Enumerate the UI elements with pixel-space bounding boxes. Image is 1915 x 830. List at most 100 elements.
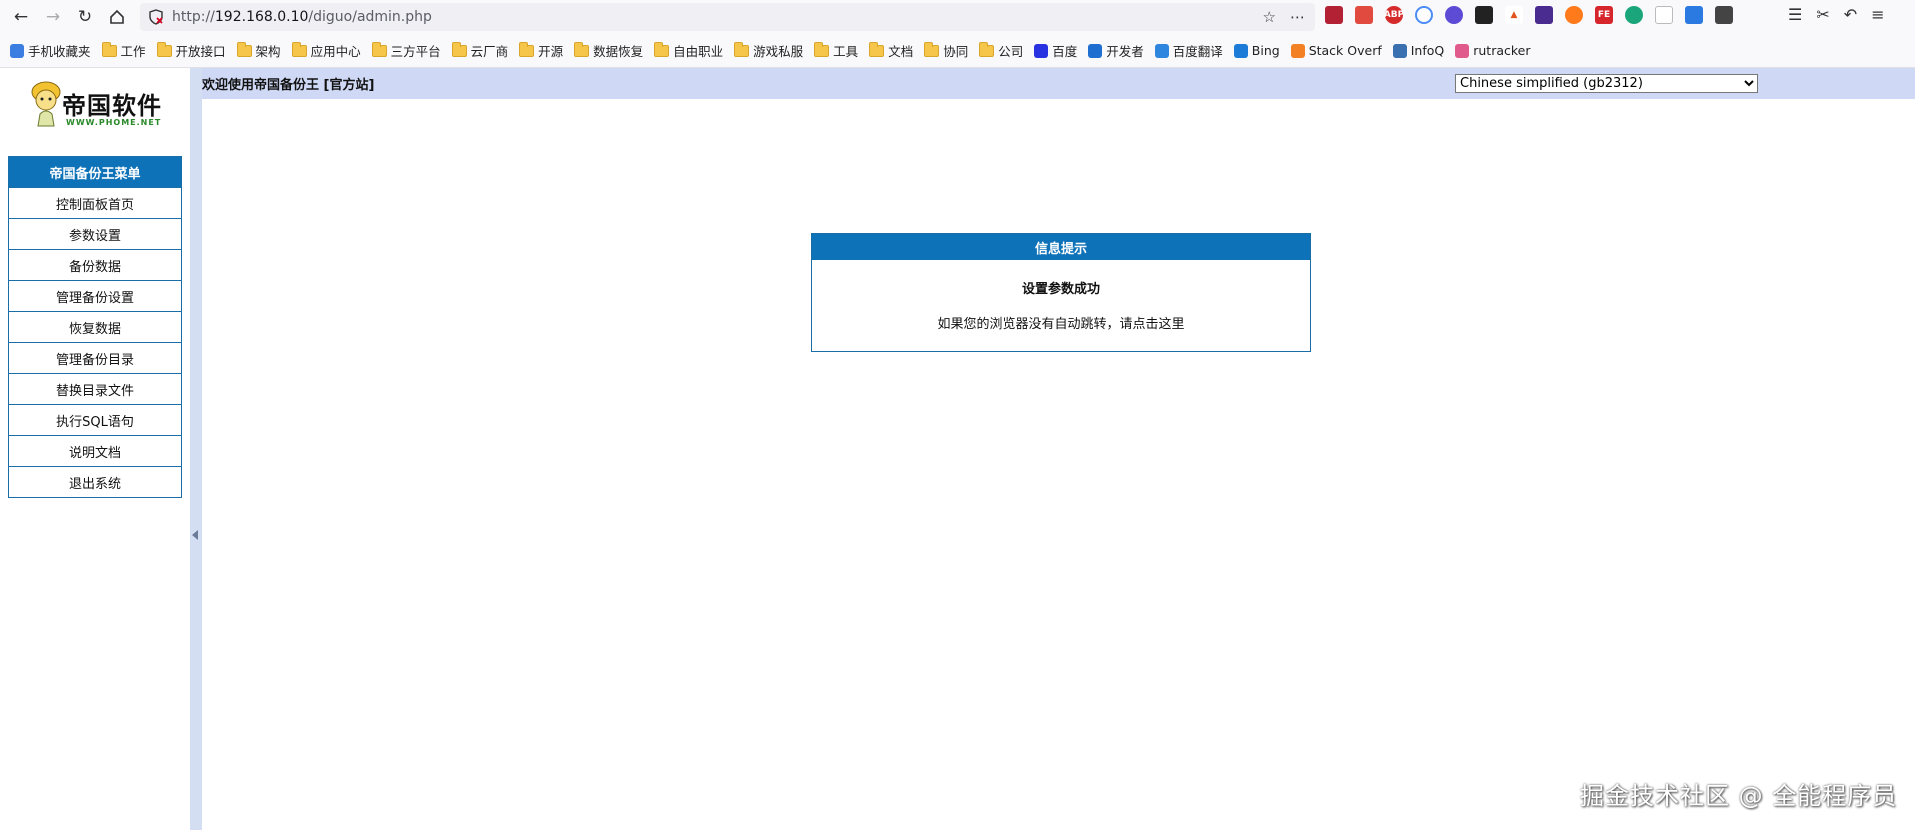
page-content: 帝国软件 WWW.PHOME.NET 帝国备份王菜单 控制面板首页 参数设置 备份数… — [0, 68, 1915, 830]
bookmark-item[interactable]: 工作 — [101, 41, 146, 60]
bookmark-item[interactable]: 百度 — [1034, 41, 1077, 60]
firefox-icon[interactable] — [1565, 6, 1583, 24]
menu-item[interactable]: 管理备份目录 — [9, 342, 181, 373]
bookmarks-list-icon[interactable]: ☰ — [1788, 5, 1802, 24]
collapse-arrow-icon[interactable] — [192, 530, 198, 540]
bookmark-item[interactable]: 数据恢复 — [574, 41, 643, 60]
extension-icon[interactable] — [1415, 6, 1433, 24]
bookmark-item[interactable]: 游戏私服 — [734, 41, 803, 60]
extension-icon[interactable] — [1685, 6, 1703, 24]
extension-icon[interactable] — [1625, 6, 1643, 24]
screenshot-icon[interactable]: ✂ — [1816, 5, 1829, 24]
message-box: 信息提示 设置参数成功 如果您的浏览器没有自动跳转，请点击这里 — [811, 233, 1311, 352]
bookmark-label: 百度 — [1052, 44, 1078, 59]
frame-splitter[interactable] — [190, 68, 202, 830]
bookmark-item[interactable]: 公司 — [979, 41, 1023, 60]
bookmark-item[interactable]: 架构 — [236, 41, 281, 60]
menu-item[interactable]: 控制面板首页 — [9, 187, 181, 218]
url-bar[interactable]: http://192.168.0.10/diguo/admin.php ☆ ⋯ — [140, 3, 1315, 31]
bookmark-star-icon[interactable]: ☆ — [1263, 8, 1276, 26]
folder-icon — [869, 41, 885, 57]
logo: 帝国软件 WWW.PHOME.NET — [22, 72, 172, 140]
menu-item[interactable]: 执行SQL语句 — [9, 404, 181, 435]
bookmark-label: 开发者 — [1106, 44, 1144, 59]
folder-icon — [924, 41, 940, 57]
logo-site: WWW.PHOME.NET — [66, 118, 162, 127]
bookmark-label: 文档 — [888, 44, 914, 59]
menu-item[interactable]: 备份数据 — [9, 249, 181, 280]
bookmark-label: 数据恢复 — [593, 44, 644, 59]
bookmark-label: rutracker — [1473, 43, 1531, 58]
language-select[interactable]: Chinese simplified (gb2312) — [1455, 74, 1758, 93]
main-frame: 欢迎使用帝国备份王 [官方站] Chinese simplified (gb23… — [202, 68, 1915, 830]
bookmark-item[interactable]: 手机收藏夹 — [10, 41, 91, 60]
bookmark-item[interactable]: 开源 — [519, 41, 563, 60]
redirect-link[interactable]: 如果您的浏览器没有自动跳转，请点击这里 — [812, 313, 1310, 332]
bookmark-item[interactable]: 三方平台 — [371, 41, 441, 60]
bookmark-item[interactable]: 工具 — [814, 41, 858, 60]
folder-icon — [734, 41, 750, 57]
url-text[interactable]: http://192.168.0.10/diguo/admin.php — [172, 9, 432, 25]
folder-icon — [451, 41, 467, 57]
bookmark-item[interactable]: 开发者 — [1088, 41, 1144, 60]
undo-icon[interactable]: ↶ — [1844, 5, 1857, 24]
menu-item[interactable]: 参数设置 — [9, 218, 181, 249]
side-menu: 帝国备份王菜单 控制面板首页 参数设置 备份数据 管理备份设置 恢复数据 管理备份目录 替换… — [8, 156, 182, 498]
bookmark-label: Bing — [1251, 43, 1280, 58]
home-icon[interactable] — [102, 2, 132, 32]
bookmark-label: 自由职业 — [673, 44, 724, 59]
bookmark-label: 百度翻译 — [1172, 44, 1223, 59]
back-icon[interactable]: ← — [6, 2, 36, 32]
message-text: 设置参数成功 — [1021, 282, 1100, 297]
bookmark-item[interactable]: rutracker — [1455, 43, 1531, 58]
extension-icon[interactable]: ▲ — [1505, 6, 1523, 24]
reload-icon[interactable]: ↻ — [70, 2, 100, 32]
watermark: 掘金技术社区 @ 全能程序员 — [1580, 782, 1898, 810]
folder-icon — [654, 41, 670, 57]
message-title: 信息提示 — [812, 234, 1310, 260]
menu-item[interactable]: 退出系统 — [9, 466, 181, 497]
bookmark-item[interactable]: InfoQ — [1392, 43, 1444, 58]
extension-icon[interactable] — [1475, 6, 1493, 24]
browser-toolbar: ← → ↻ http://192.168.0.10/diguo/admin.ph… — [0, 0, 1915, 34]
welcome-text[interactable]: 欢迎使用帝国备份王 [官方站] — [202, 74, 374, 93]
bookmark-item[interactable]: Stack Overf — [1290, 43, 1382, 58]
bookmark-item[interactable]: 云厂商 — [451, 41, 509, 60]
adblock-icon[interactable]: ABP — [1384, 6, 1404, 24]
menu-icon[interactable]: ≡ — [1871, 5, 1884, 24]
bookmark-label: 应用中心 — [310, 44, 361, 59]
infoq-icon — [1392, 43, 1407, 58]
bookmark-label: 云厂商 — [470, 44, 509, 59]
extension-icon[interactable] — [1655, 6, 1673, 24]
flag-extension-icon[interactable] — [1325, 6, 1343, 24]
rutracker-icon — [1455, 43, 1470, 58]
bookmark-item[interactable]: 协同 — [924, 41, 968, 60]
bookmark-item[interactable]: 百度翻译 — [1154, 41, 1223, 60]
extension-icon[interactable] — [1445, 6, 1463, 24]
extension-icons: ABP ▲ FE — [1325, 6, 1733, 24]
left-frame: 帝国软件 WWW.PHOME.NET 帝国备份王菜单 控制面板首页 参数设置 备份数… — [0, 68, 190, 830]
more-actions-icon[interactable]: ⋯ — [1290, 8, 1305, 26]
bookmark-label: 三方平台 — [390, 44, 441, 59]
bookmark-label: 开源 — [538, 44, 564, 59]
menu-item[interactable]: 替换目录文件 — [9, 373, 181, 404]
bookmark-item[interactable]: 应用中心 — [291, 41, 361, 60]
bookmark-item[interactable]: 文档 — [869, 41, 913, 60]
menu-item[interactable]: 恢复数据 — [9, 311, 181, 342]
mascot-icon — [31, 81, 61, 127]
extension-icon[interactable] — [1535, 6, 1553, 24]
menu-item[interactable]: 管理备份设置 — [9, 280, 181, 311]
extension-icon[interactable]: FE — [1595, 6, 1613, 24]
bookmark-item[interactable]: 自由职业 — [654, 41, 723, 60]
bookmark-item[interactable]: Bing — [1233, 43, 1280, 58]
extension-icon[interactable] — [1355, 6, 1373, 24]
apps-grid-icon[interactable] — [1715, 6, 1733, 24]
bookmarks-bar: 手机收藏夹 工作 开放接口 架构 应用中心 三方平台 云厂商 开源 数据恢复 自由职业 游戏私服 工具… — [0, 34, 1915, 68]
dev-icon — [1088, 43, 1103, 58]
menu-item[interactable]: 说明文档 — [9, 435, 181, 466]
bookmark-label: 架构 — [255, 44, 281, 59]
bookmark-item[interactable]: 开放接口 — [156, 41, 226, 60]
insecure-connection-icon[interactable] — [140, 9, 172, 25]
forward-icon[interactable]: → — [38, 2, 68, 32]
bookmark-label: 游戏私服 — [753, 44, 804, 59]
